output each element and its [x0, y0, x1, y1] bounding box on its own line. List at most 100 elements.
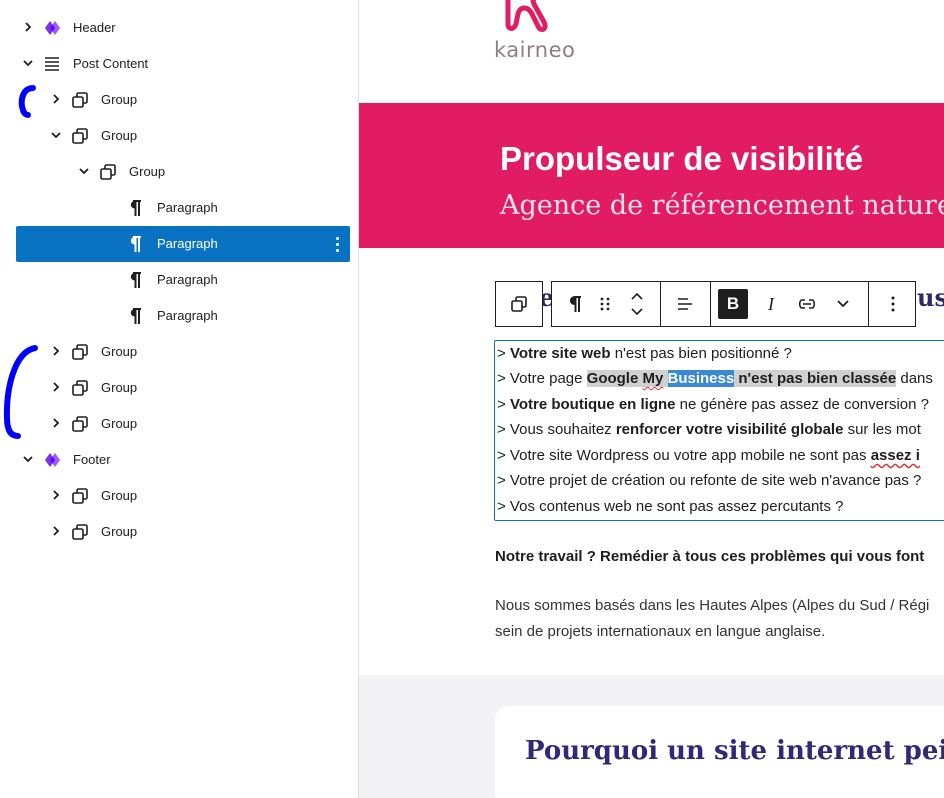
template-part-icon	[43, 451, 61, 469]
list-view-item-post-content[interactable]: Post Content	[16, 46, 350, 82]
chevron-right-icon[interactable]	[50, 93, 62, 105]
group-icon	[71, 379, 89, 397]
paragraph-line: > Votre projet de création ou refonte de…	[497, 472, 922, 489]
chevron-down-icon	[631, 308, 643, 316]
drag-handle-icon	[600, 297, 610, 311]
paragraph-line: > Votre site web n'est pas bien position…	[497, 345, 792, 362]
drag-handle[interactable]	[592, 282, 618, 326]
paragraph-icon	[127, 235, 145, 253]
italic-button[interactable]: I	[756, 282, 786, 326]
list-view-item-label: Post Content	[73, 56, 149, 71]
list-view-item-label: Group	[101, 380, 138, 395]
group-icon	[71, 415, 89, 433]
content-card: Pourquoi un site internet peine ge	[495, 706, 944, 798]
chevron-right-icon[interactable]	[50, 345, 62, 357]
paragraph-icon	[127, 307, 145, 325]
list-view-item-group[interactable]: Group	[16, 514, 350, 550]
body-paragraph-line[interactable]: sein de projets internationaux en langue…	[495, 623, 825, 640]
list-view-item-label: Paragraph	[157, 272, 218, 287]
list-view-item-label: Footer	[73, 452, 111, 467]
bold-icon: B	[718, 289, 748, 319]
chevron-down-icon[interactable]	[22, 57, 34, 69]
list-view-item-paragraph[interactable]: Paragraph	[16, 190, 350, 226]
editor-canvas: kairneo Propulseur de visibilité Agence …	[359, 0, 944, 798]
card-heading[interactable]: Pourquoi un site internet peine ge	[525, 736, 944, 766]
list-view-item-label: Paragraph	[157, 200, 218, 215]
chevron-right-icon[interactable]	[50, 381, 62, 393]
list-view-item-label: Paragraph	[157, 308, 218, 323]
list-view-item-label: Group	[101, 344, 138, 359]
paragraph-icon	[127, 271, 145, 289]
list-view-item-label: Group	[101, 416, 138, 431]
list-view-item-group[interactable]: Group	[16, 82, 350, 118]
paragraph-line: > Votre site Wordpress ou votre app mobi…	[497, 447, 920, 464]
list-view-item-group[interactable]: Group	[16, 154, 350, 190]
block-toolbar: B I	[551, 281, 916, 327]
kairneo-logo-icon	[505, 0, 548, 32]
hero-subtitle[interactable]: Agence de référencement naturel Ha	[500, 190, 944, 221]
more-rich-text-button[interactable]	[826, 282, 860, 326]
chevron-right-icon[interactable]	[50, 525, 62, 537]
list-view-item-label: Group	[101, 128, 138, 143]
post-content-icon	[43, 55, 61, 73]
list-view-item-group[interactable]: Group	[16, 478, 350, 514]
link-icon	[798, 299, 816, 309]
list-view-item-label: Group	[101, 92, 138, 107]
group-icon	[71, 343, 89, 361]
options-button[interactable]	[870, 282, 916, 326]
selected-paragraph-block[interactable]: > Votre site web n'est pas bien position…	[494, 340, 944, 521]
toolbar-parent-group	[495, 281, 543, 327]
chevron-down-icon[interactable]	[22, 453, 34, 465]
chevron-up-icon	[631, 292, 643, 300]
list-view-item-group[interactable]: Group	[16, 370, 350, 406]
group-icon	[99, 163, 117, 181]
paragraph-line: > Vos contenus web ne sont pas assez per…	[497, 498, 844, 515]
align-left-icon	[678, 298, 692, 310]
list-view-item-paragraph[interactable]: Paragraph	[16, 298, 350, 334]
group-icon	[71, 523, 89, 541]
group-icon	[71, 487, 89, 505]
italic-icon: I	[768, 293, 774, 314]
group-icon	[71, 91, 89, 109]
link-button[interactable]	[790, 282, 824, 326]
list-view-item-footer[interactable]: Footer	[16, 442, 350, 478]
group-icon	[511, 296, 527, 312]
body-paragraph-line[interactable]: Nous sommes basés dans les Hautes Alpes …	[495, 597, 929, 614]
list-view-item-label: Header	[73, 20, 116, 35]
list-view-item-label: Group	[101, 488, 138, 503]
list-view-item-group[interactable]: Group	[16, 334, 350, 370]
list-view-item-label: Group	[129, 164, 166, 179]
chevron-right-icon[interactable]	[22, 21, 34, 33]
list-view-item-paragraph[interactable]: Paragraph	[16, 226, 350, 262]
group-icon	[71, 127, 89, 145]
chevron-right-icon[interactable]	[50, 417, 62, 429]
chevron-right-icon[interactable]	[50, 489, 62, 501]
hero-banner: Propulseur de visibilité Agence de référ…	[359, 103, 944, 248]
paragraph-icon	[127, 199, 145, 217]
list-view-item-group[interactable]: Group	[16, 406, 350, 442]
paragraph-line: > Votre page Google My Business n'est pa…	[497, 370, 933, 387]
list-view-item-group[interactable]: Group	[16, 118, 350, 154]
align-button[interactable]	[662, 282, 708, 326]
chevron-down-icon	[837, 300, 849, 308]
list-view-item-paragraph[interactable]: Paragraph	[16, 262, 350, 298]
template-part-icon	[43, 19, 61, 37]
paragraph-line: > Votre boutique en ligne ne génère pas …	[497, 396, 929, 413]
chevron-down-icon[interactable]	[50, 129, 62, 141]
paragraph-icon	[569, 296, 581, 312]
move-up-down-button[interactable]	[620, 282, 654, 326]
select-parent-button[interactable]	[496, 282, 542, 326]
list-view-item-label: Group	[101, 524, 138, 539]
chevron-down-icon[interactable]	[78, 165, 90, 177]
list-view-item-label: Paragraph	[157, 236, 218, 251]
list-view-item-header[interactable]: Header	[16, 10, 350, 46]
list-view-panel: Header Post Content Group Group Group Paragra…	[0, 0, 359, 798]
hero-title[interactable]: Propulseur de visibilité	[500, 140, 863, 178]
text-selection: Business	[667, 370, 735, 387]
more-vertical-icon	[891, 296, 895, 312]
more-vertical-icon[interactable]	[336, 235, 340, 253]
heading-peek-right: us	[917, 283, 944, 312]
bold-paragraph[interactable]: Notre travail ? Remédier à tous ces prob…	[495, 548, 924, 565]
block-type-button[interactable]	[560, 282, 590, 326]
bold-button[interactable]: B	[718, 282, 748, 326]
